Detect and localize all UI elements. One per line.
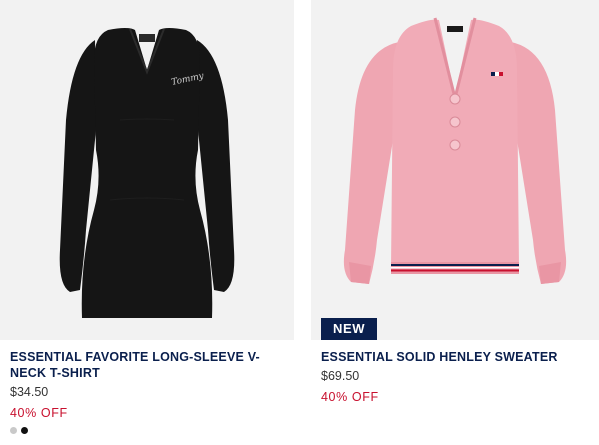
product-image-vneck-tshirt[interactable]: Tommy <box>0 0 294 340</box>
product-card-henley-sweater[interactable]: NEW ESSENTIAL SOLID HENLEY SWEATER $69.5… <box>311 0 599 406</box>
product-price: $69.50 <box>321 369 360 383</box>
product-title[interactable]: ESSENTIAL FAVORITE LONG-SLEEVE V-NECK T-… <box>10 349 292 381</box>
product-price: $34.50 <box>10 385 49 399</box>
pink-henley-sweater-illustration <box>343 17 567 284</box>
black-swatch[interactable] <box>21 427 28 434</box>
product-discount: 40% OFF <box>321 390 379 404</box>
product-title[interactable]: ESSENTIAL SOLID HENLEY SWEATER <box>321 349 599 365</box>
product-image-henley-sweater[interactable]: NEW <box>311 0 599 340</box>
new-badge: NEW <box>321 318 378 340</box>
product-card-vneck-tshirt[interactable]: Tommy ESSENTIAL FAVORITE LONG-SLEEVE V-N… <box>0 0 294 434</box>
light-grey-swatch[interactable] <box>10 427 17 434</box>
product-discount: 40% OFF <box>10 406 68 420</box>
black-vneck-tshirt-illustration: Tommy <box>59 28 235 318</box>
color-swatches <box>10 427 28 434</box>
